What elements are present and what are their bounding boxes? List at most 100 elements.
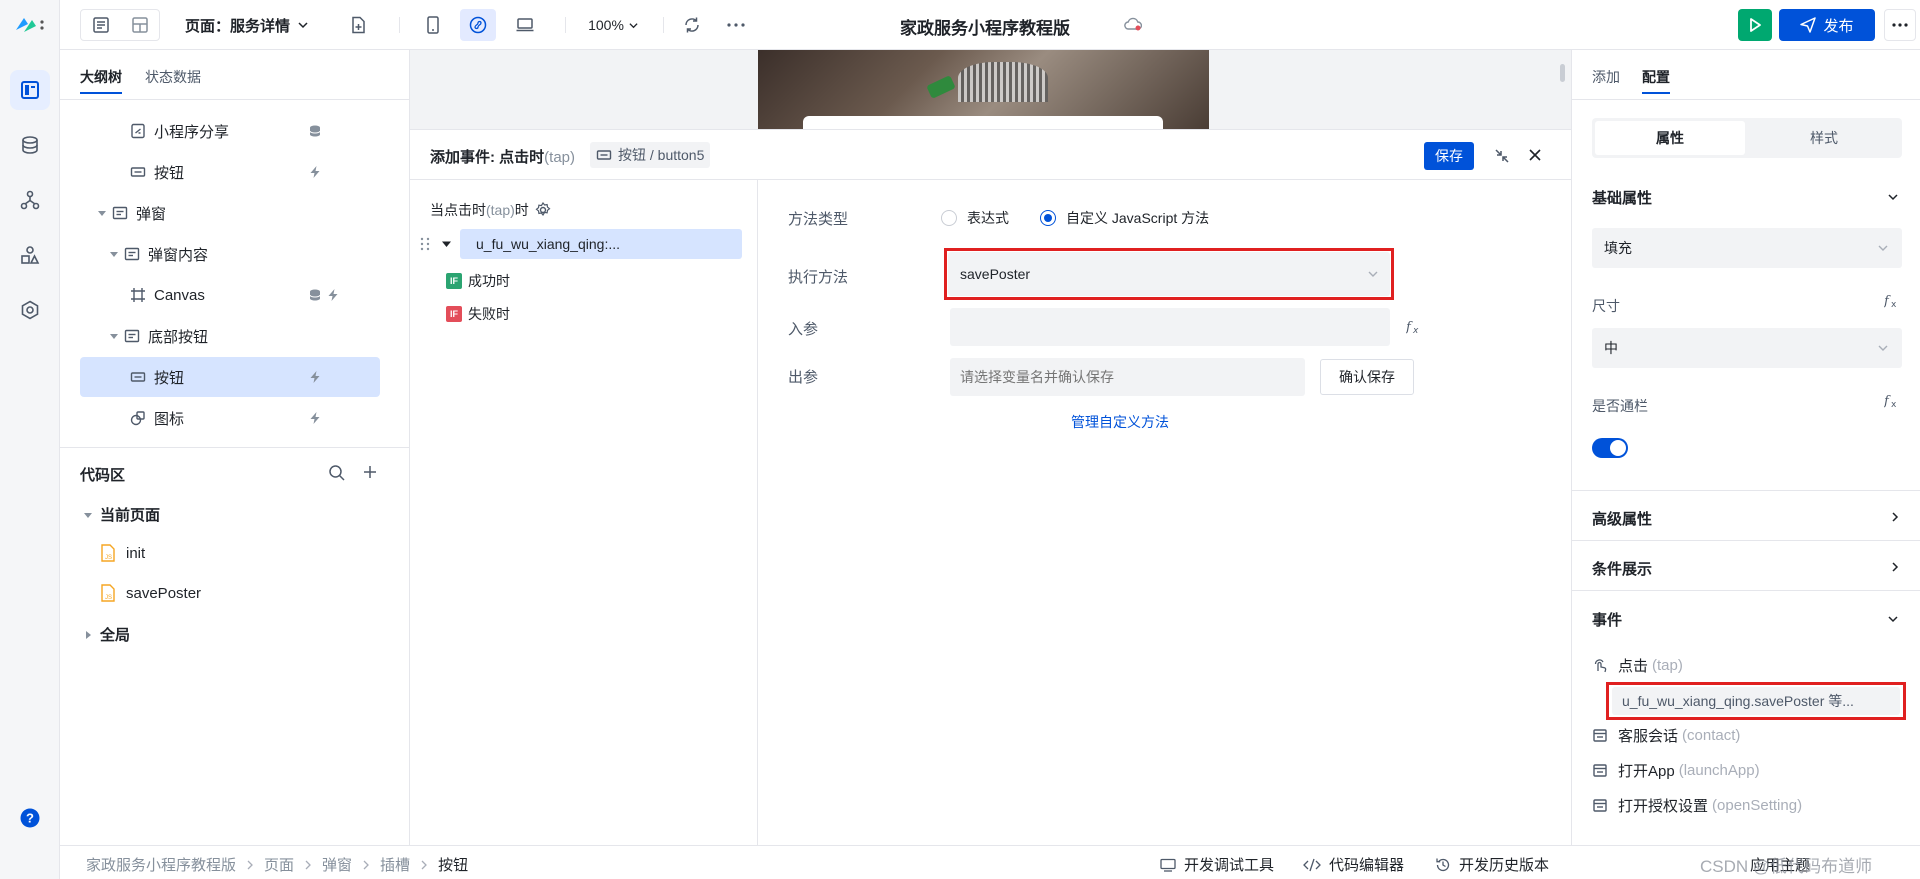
caret-down-icon[interactable] (442, 240, 451, 248)
run-button[interactable] (1738, 9, 1772, 41)
help-icon[interactable]: ? (20, 808, 40, 828)
caret-down-icon[interactable] (110, 332, 118, 340)
breadcrumb-item[interactable]: 弹窗 (322, 854, 352, 875)
canvas-scrollbar[interactable] (1560, 64, 1565, 82)
success-branch[interactable]: IF 成功时 (446, 271, 510, 291)
breadcrumb-item[interactable]: 页面 (264, 854, 294, 875)
breadcrumb-item[interactable]: 家政服务小程序教程版 (86, 854, 236, 875)
chevron-right-icon[interactable] (1890, 562, 1900, 572)
size-select[interactable]: 中 (1592, 328, 1902, 368)
app-logo-icon[interactable] (14, 12, 46, 38)
event-tap[interactable]: 点击 (tap) (1592, 652, 1683, 678)
mobile-preview-icon[interactable] (417, 9, 449, 41)
close-icon[interactable] (1528, 148, 1542, 162)
desktop-preview-icon[interactable] (507, 9, 543, 41)
tree-node-icon[interactable]: 图标 (80, 398, 380, 438)
chevron-down-icon[interactable] (1888, 192, 1898, 202)
tree-node-share[interactable]: 小程序分享 (80, 111, 380, 151)
tree-node-popup-content[interactable]: 弹窗内容 (80, 234, 380, 274)
event-open-setting[interactable]: 打开授权设置 (openSetting) (1592, 792, 1802, 818)
app-title: 家政服务小程序教程版 (900, 19, 1070, 38)
drag-handle-icon[interactable] (420, 236, 430, 252)
conditional-title[interactable]: 条件展示 (1592, 558, 1652, 579)
chevron-right-icon[interactable] (1890, 512, 1900, 522)
tree-node-bottom-buttons[interactable]: 底部按钮 (80, 316, 380, 356)
tab-add[interactable]: 添加 (1592, 67, 1620, 87)
add-icon[interactable] (362, 464, 378, 480)
collapse-icon[interactable] (1494, 148, 1510, 164)
outline-tabs: 大纲树 状态数据 (60, 50, 409, 100)
event-code: (contact) (1682, 726, 1741, 744)
action-node-selected[interactable]: u_fu_wu_xiang_qing:... (460, 229, 742, 259)
params-in-input[interactable] (950, 308, 1390, 346)
params-out-label: 出参 (788, 369, 819, 386)
tree-node-popup[interactable]: 弹窗 (80, 193, 380, 233)
fx-icon[interactable]: fx (1406, 320, 1422, 334)
params-out-text-field[interactable] (950, 358, 1305, 396)
breadcrumb-item[interactable]: 插槽 (380, 854, 410, 875)
outline-panel: 大纲树 状态数据 小程序分享 按钮 弹窗 弹窗内容 Canvas 底部按钮 按钮… (60, 50, 410, 845)
fx-icon[interactable]: fx (1884, 294, 1900, 308)
settings-nav-icon[interactable] (10, 290, 50, 330)
manage-methods-link[interactable]: 管理自定义方法 (1071, 412, 1169, 432)
fill-select[interactable]: 填充 (1592, 228, 1902, 268)
trigger-label-event: (tap) (486, 202, 515, 218)
fail-branch[interactable]: IF 失败时 (446, 304, 510, 324)
caret-down-icon[interactable] (98, 209, 106, 217)
confirm-save-button[interactable]: 确认保存 (1320, 359, 1414, 395)
gear-icon[interactable] (535, 202, 551, 218)
zoom-selector[interactable]: 100% (580, 9, 646, 41)
caret-right-icon (84, 630, 92, 639)
code-editor-button[interactable]: 代码编辑器 (1303, 854, 1404, 875)
tab-outline-tree[interactable]: 大纲树 (80, 67, 122, 94)
code-group-global[interactable]: 全局 (84, 624, 130, 645)
radio-expression[interactable]: 表达式 (941, 208, 1009, 228)
refresh-icon[interactable] (676, 9, 708, 41)
code-group-current-page[interactable]: 当前页面 (84, 504, 160, 525)
advanced-props-title[interactable]: 高级属性 (1592, 508, 1652, 529)
miniprogram-preview-icon[interactable] (460, 9, 496, 41)
history-icon (1435, 857, 1451, 873)
components-nav-icon[interactable] (10, 235, 50, 275)
tree-node-canvas[interactable]: Canvas (80, 275, 380, 315)
full-width-toggle[interactable] (1592, 438, 1628, 458)
segment-control: 属性 样式 (1592, 118, 1902, 158)
page-selector[interactable]: 页面：服务详情 (185, 9, 325, 41)
radio-unchecked-icon (941, 210, 957, 226)
basic-props-title[interactable]: 基础属性 (1592, 187, 1652, 208)
breadcrumb-item[interactable]: 按钮 (438, 854, 468, 875)
breadcrumb: 家政服务小程序教程版 页面 弹窗 插槽 按钮 (86, 854, 468, 875)
flow-nav-icon[interactable] (10, 180, 50, 220)
dialog-save-button[interactable]: 保存 (1424, 142, 1474, 170)
code-file-saveposter[interactable]: JS savePoster (100, 584, 201, 602)
dev-tools-button[interactable]: 开发调试工具 (1160, 854, 1274, 875)
history-button[interactable]: 开发历史版本 (1435, 854, 1549, 875)
radio-label: 表达式 (967, 210, 1009, 226)
more-menu-button[interactable] (1884, 9, 1916, 41)
tree-node-button-selected[interactable]: 按钮 (80, 357, 380, 397)
publish-button[interactable]: 发布 (1779, 9, 1875, 41)
tree-node-button[interactable]: 按钮 (80, 152, 380, 192)
code-file-init[interactable]: JS init (100, 544, 145, 562)
event-launch-app[interactable]: 打开App (launchApp) (1592, 757, 1760, 783)
tab-config[interactable]: 配置 (1642, 67, 1670, 94)
layout-view-icon[interactable] (120, 16, 159, 34)
segment-properties[interactable]: 属性 (1595, 121, 1745, 155)
segment-styles[interactable]: 样式 (1749, 121, 1899, 155)
radio-custom-js[interactable]: 自定义 JavaScript 方法 (1040, 208, 1209, 228)
tab-state-data[interactable]: 状态数据 (145, 67, 201, 87)
tree-node-label: 按钮 (154, 369, 185, 387)
outline-nav-icon[interactable] (10, 70, 50, 110)
event-contact[interactable]: 客服会话 (contact) (1592, 722, 1740, 748)
more-icon[interactable] (720, 9, 752, 41)
chevron-down-icon[interactable] (1888, 614, 1898, 624)
send-icon (1800, 17, 1817, 33)
fx-icon[interactable]: fx (1884, 394, 1900, 408)
search-icon[interactable] (328, 464, 346, 482)
add-page-icon[interactable] (342, 9, 374, 41)
page-view-icon[interactable] (81, 16, 120, 34)
caret-down-icon[interactable] (110, 250, 118, 258)
events-title[interactable]: 事件 (1592, 609, 1622, 630)
database-nav-icon[interactable] (10, 125, 50, 165)
params-out-input[interactable] (950, 358, 1305, 396)
